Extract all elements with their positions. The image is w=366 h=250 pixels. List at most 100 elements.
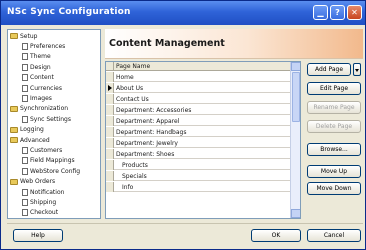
table-row[interactable]: Info <box>106 182 291 192</box>
page-name-cell: Department: Shoes <box>116 151 175 158</box>
page-name-cell: Home <box>116 74 134 81</box>
table-row[interactable]: Department: Accessories <box>106 105 291 115</box>
scroll-down-icon[interactable] <box>291 209 300 218</box>
tree-item-label: Notification <box>30 188 65 196</box>
tree-item-notification[interactable]: Notification <box>22 188 64 196</box>
tree-item-synchronization[interactable]: Synchronization <box>10 105 68 113</box>
row-selector[interactable] <box>106 72 114 82</box>
edit-page-button[interactable]: Edit Page <box>307 82 361 95</box>
tree-item-advanced[interactable]: Advanced <box>10 136 50 144</box>
folder-icon <box>10 178 18 185</box>
navigation-tree: Setup Preferences Theme Design Content Curren… <box>7 29 101 219</box>
help-icon[interactable]: ? <box>330 5 345 20</box>
page-icon <box>22 188 28 196</box>
browse-button[interactable]: Browse... <box>307 143 361 156</box>
page-icon <box>22 157 28 165</box>
cancel-button[interactable]: Cancel <box>307 229 361 242</box>
folder-icon <box>10 33 18 39</box>
tree-item-shipping[interactable]: Shipping <box>22 198 56 206</box>
add-page-dropdown-icon[interactable] <box>353 63 361 76</box>
tree-item-design[interactable]: Design <box>22 63 51 71</box>
row-selector-header <box>106 62 114 71</box>
page-name-cell: About Us <box>116 85 144 92</box>
table-row[interactable]: Department: Jewelry <box>106 138 291 148</box>
tree-item-preferences[interactable]: Preferences <box>22 42 65 50</box>
row-selector[interactable] <box>106 83 114 93</box>
page-name-cell: Contact Us <box>116 96 149 103</box>
page-name-cell: Department: Apparel <box>116 118 180 125</box>
minimize-button[interactable]: ▁ <box>313 5 328 20</box>
tree-item-field-mappings[interactable]: Field Mappings <box>22 157 75 165</box>
row-selector[interactable] <box>106 149 114 159</box>
move-up-button[interactable]: Move Up <box>307 165 361 178</box>
tree-item-images[interactable]: Images <box>22 94 52 102</box>
tree-item-webstore-config[interactable]: WebStore Config <box>22 167 80 175</box>
row-selector[interactable] <box>106 182 114 192</box>
tree-item-label: Logging <box>20 126 44 134</box>
tree-item-label: Synchronization <box>20 105 69 113</box>
table-row[interactable]: Specials <box>106 171 291 181</box>
grid-header: Page Name <box>106 62 291 71</box>
tree-item-sync-settings[interactable]: Sync Settings <box>22 115 71 123</box>
page-name-cell: Department: Jewelry <box>116 140 178 147</box>
row-selector[interactable] <box>106 127 114 137</box>
page-icon <box>22 198 28 206</box>
page-icon <box>22 167 28 175</box>
grid-scrollbar[interactable] <box>290 62 300 218</box>
tree-item-label: Sync Settings <box>30 115 71 123</box>
page-icon <box>22 63 28 71</box>
page-name-cell: Department: Accessories <box>116 107 192 114</box>
tree-item-label: Web Orders <box>20 178 56 186</box>
table-row[interactable]: Department: Handbags <box>106 127 291 137</box>
page-icon <box>22 146 28 154</box>
page-icon <box>22 53 28 61</box>
column-header-page-name[interactable]: Page Name <box>116 63 150 70</box>
tree-item-web-orders[interactable]: Web Orders <box>10 178 55 186</box>
page-icon <box>22 209 28 217</box>
row-selector[interactable] <box>106 171 114 181</box>
tree-item-label: Setup <box>20 32 38 40</box>
tree-item-setup[interactable]: Setup <box>10 32 37 40</box>
content-header: Content Management <box>105 29 363 59</box>
ok-button[interactable]: OK <box>251 229 301 242</box>
tree-item-label: Field Mappings <box>30 157 75 165</box>
tree-item-customers[interactable]: Customers <box>22 146 62 154</box>
row-selector[interactable] <box>106 138 114 148</box>
delete-page-button[interactable]: Delete Page <box>307 120 361 133</box>
row-selector[interactable] <box>106 105 114 115</box>
footer-divider <box>7 223 363 224</box>
row-selector[interactable] <box>106 160 114 170</box>
page-icon <box>22 84 28 92</box>
rename-page-button[interactable]: Rename Page <box>307 101 361 114</box>
close-button[interactable]: ✕ <box>347 5 362 20</box>
table-row[interactable]: Department: Apparel <box>106 116 291 126</box>
add-page-button[interactable]: Add Page <box>307 63 351 76</box>
table-row[interactable]: About Us <box>106 83 291 93</box>
scroll-up-icon[interactable] <box>291 62 300 71</box>
scroll-thumb[interactable] <box>292 72 300 122</box>
folder-icon <box>10 126 18 133</box>
tree-item-currencies[interactable]: Currencies <box>22 84 62 92</box>
tree-item-logging[interactable]: Logging <box>10 126 44 134</box>
tree-item-label: Customers <box>30 146 63 154</box>
table-row[interactable]: Products <box>106 160 291 170</box>
row-selector[interactable] <box>106 94 114 104</box>
folder-icon <box>10 137 18 143</box>
tree-item-theme[interactable]: Theme <box>22 53 51 61</box>
tree-item-label: Currencies <box>30 84 62 92</box>
configuration-window: NSc Sync Configuration ▁ ? ✕ Setup Prefer… <box>0 0 366 250</box>
tree-item-label: Shipping <box>30 198 57 206</box>
tree-item-checkout[interactable]: Checkout <box>22 209 58 217</box>
tree-item-label: Checkout <box>30 209 59 217</box>
help-button[interactable]: Help <box>13 229 63 242</box>
table-row[interactable]: Home <box>106 72 291 82</box>
move-down-button[interactable]: Move Down <box>307 182 361 195</box>
tree-item-label: Design <box>30 63 51 71</box>
title-bar[interactable]: NSc Sync Configuration ▁ ? ✕ <box>1 1 365 25</box>
table-row[interactable]: Department: Shoes <box>106 149 291 159</box>
tree-item-content[interactable]: Content <box>22 74 54 82</box>
page-title: Content Management <box>109 38 225 49</box>
row-selector[interactable] <box>106 116 114 126</box>
tree-item-label: Content <box>30 74 54 82</box>
table-row[interactable]: Contact Us <box>106 94 291 104</box>
